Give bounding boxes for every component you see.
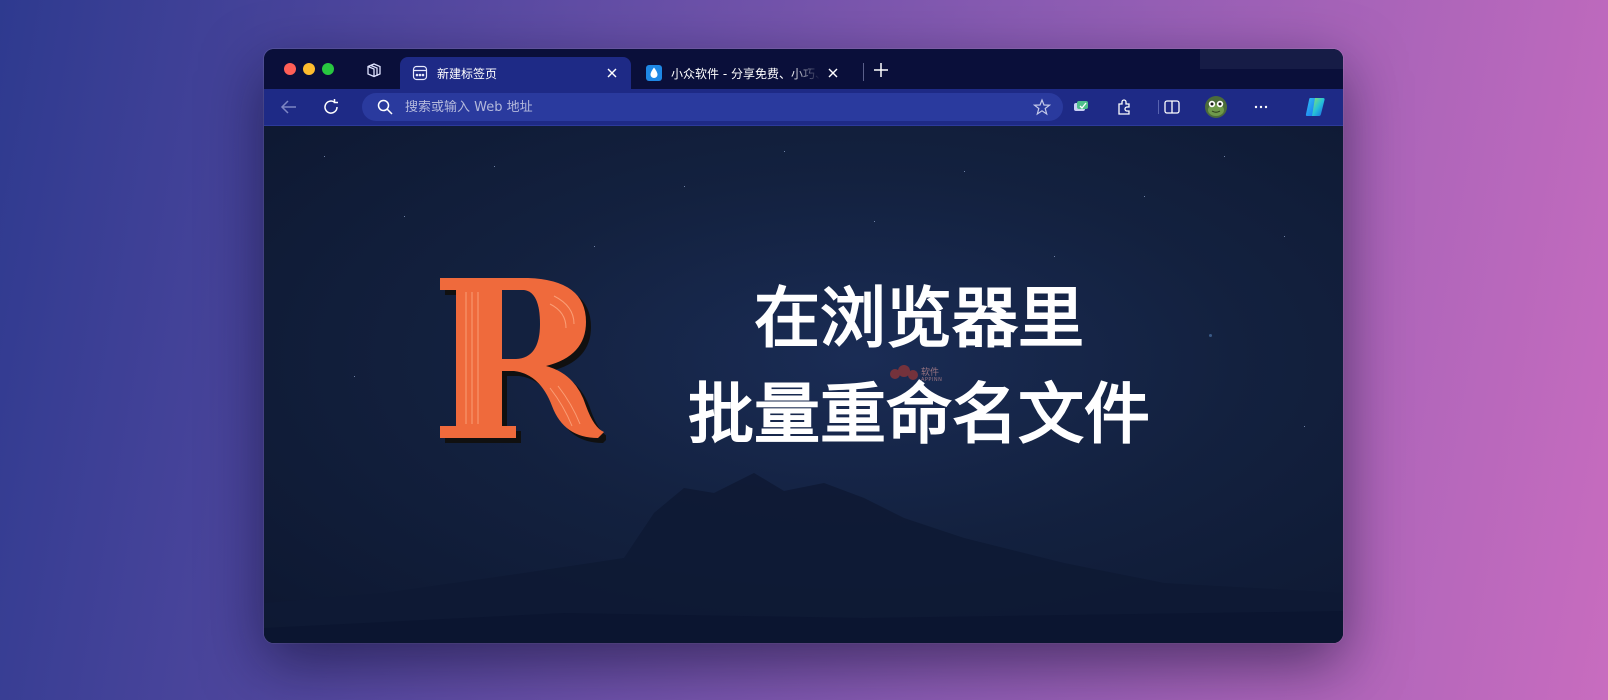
tab-new-tab[interactable]: 新建标签页 (400, 57, 631, 89)
close-tab-icon[interactable] (605, 66, 619, 80)
favorite-star-icon[interactable] (1033, 98, 1051, 116)
minimize-window-button[interactable] (303, 63, 315, 75)
browser-window: 新建标签页 小众软件 - 分享免费、小巧、实用 (264, 49, 1343, 643)
extensions-icon[interactable] (1115, 98, 1133, 116)
address-input[interactable] (405, 99, 1033, 115)
close-window-button[interactable] (284, 63, 296, 75)
new-tab-page-icon (412, 65, 428, 81)
new-tab-page-background: 软件 APPINN 在浏览器里 批量重命名文件 (264, 126, 1343, 643)
more-options-icon[interactable] (1252, 98, 1270, 116)
copilot-icon[interactable] (1304, 95, 1328, 119)
tab-separator (863, 63, 864, 81)
search-icon (377, 99, 393, 115)
tab-title: 小众软件 - 分享免费、小巧、实用 (671, 66, 820, 81)
hero-line-1: 在浏览器里 (754, 280, 1084, 357)
workspaces-icon[interactable] (366, 61, 384, 79)
refresh-icon[interactable] (322, 98, 340, 116)
new-tab-plus-icon[interactable] (872, 61, 890, 79)
hero-headline: 在浏览器里 批量重命名文件 (674, 271, 1164, 463)
tab-appinn[interactable]: 小众软件 - 分享免费、小巧、实用 (634, 57, 852, 89)
water-drop-icon (646, 65, 662, 81)
close-tab-icon[interactable] (826, 66, 840, 80)
mountain-silhouette (264, 473, 1343, 643)
title-bar: 新建标签页 小众软件 - 分享免费、小巧、实用 (264, 49, 1343, 89)
r-logo-icon (440, 278, 606, 443)
profile-avatar-icon[interactable] (1204, 95, 1228, 119)
titlebar-drag-area (1200, 49, 1343, 69)
maximize-window-button[interactable] (322, 63, 334, 75)
address-bar[interactable] (362, 93, 1063, 121)
back-arrow-icon[interactable] (280, 98, 298, 116)
collections-icon[interactable] (1072, 98, 1090, 116)
tab-title: 新建标签页 (437, 66, 498, 81)
toolbar-divider (1158, 100, 1159, 114)
hero-line-2: 批量重命名文件 (688, 376, 1150, 453)
navigation-toolbar (264, 89, 1343, 126)
split-screen-icon[interactable] (1163, 98, 1181, 116)
